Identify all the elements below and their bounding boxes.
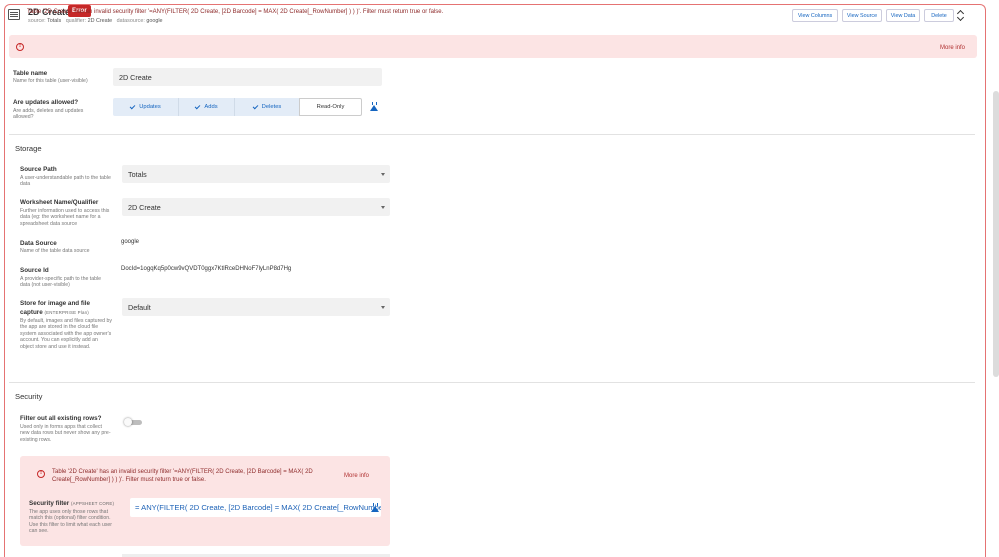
filter-out-label: Filter out all existing rows? [20,415,102,422]
table-name-label: Table name [13,70,48,77]
security-section-title: Security [15,392,43,401]
error-banner-message: Table '2D Create' has an invalid securit… [27,9,444,15]
collapse-icon[interactable] [957,11,965,21]
table-name-description: Name for this table (user-visible) [13,78,88,84]
delete-button[interactable]: Delete [924,9,954,22]
worksheet-select[interactable]: 2D Create [122,198,390,216]
worksheet-label: Worksheet Name/Qualifier [20,199,99,206]
store-image-label-line2: capture (ENTERPRISE Plan) [20,309,89,316]
plan-note: (ENTERPRISE Plan) [44,310,89,315]
store-image-label-capture: capture [20,309,43,316]
chevron-down-icon [381,306,385,309]
deletes-toggle[interactable]: Deletes [235,98,299,116]
view-data-button[interactable]: View Data [886,9,920,22]
data-source-value: google [121,239,140,245]
table-meta: source: Totals qualifier: 2D Create data… [28,18,163,24]
source-path-label: Source Path [20,166,57,173]
worksheet-value: 2D Create [128,202,161,212]
check-icon [129,103,136,109]
chevron-down-icon [381,206,385,209]
source-path-select[interactable]: Totals [122,165,390,183]
flask-icon[interactable] [371,503,379,512]
source-path-description: A user-understandable path to the table … [20,175,111,188]
store-image-value: Default [128,302,151,312]
data-source-label: Data Source [20,240,57,247]
error-icon [37,470,45,478]
worksheet-description: Further information used to access this … [20,208,110,227]
source-id-label: Source Id [20,267,49,274]
chevron-down-icon [381,173,385,176]
scrollbar-thumb[interactable] [993,91,999,377]
updates-allowed-label: Are updates allowed? [13,99,79,106]
error-more-info-link[interactable]: More info [940,45,965,51]
updates-toggle[interactable]: Updates [113,98,179,116]
meta-source-value: Totals [47,18,62,24]
store-image-select[interactable]: Default [122,298,390,316]
meta-source-label: source: [28,18,46,24]
storage-section-title: Storage [15,144,42,153]
security-filter-input[interactable]: = ANY(FILTER( 2D Create, [2D Barcode] = … [130,498,381,517]
check-icon [195,103,201,109]
security-filter-label-row: Security filter (APPSHEET CORE) [29,500,114,507]
source-id-value: DocId=1ogqKq5p0cw9vQVDT0ggx7KtlRceDHNoF7… [121,266,292,272]
adds-toggle-label: Adds [204,104,218,110]
error-icon [16,43,24,51]
security-filter-label: Security filter [29,500,70,507]
store-image-description: By default, images and files captured by… [20,318,112,350]
check-icon [252,103,259,109]
plan-note: (APPSHEET CORE) [71,501,115,506]
adds-toggle[interactable]: Adds [179,98,235,116]
divider [9,134,975,135]
updates-allowed-description: Are adds, deletes and updates allowed? [13,108,84,121]
meta-datasource-value: google [146,18,163,24]
deletes-toggle-label: Deletes [261,104,282,110]
updates-toggle-label: Updates [139,104,161,110]
read-only-toggle[interactable]: Read-Only [299,98,362,116]
store-image-label: Store for image and file [20,300,90,307]
source-path-value: Totals [128,169,147,179]
table-name-input[interactable]: 2D Create [113,68,382,86]
error-banner [9,35,977,58]
meta-datasource-label: datasource: [116,18,145,24]
flask-icon[interactable] [370,102,378,111]
source-id-description: A provider-specific path to the table da… [20,276,102,289]
divider [9,382,975,383]
table-icon [8,9,20,20]
view-source-button[interactable]: View Source [842,9,882,22]
security-more-info-link[interactable]: More info [344,473,369,479]
view-columns-button[interactable]: View Columns [792,9,838,22]
meta-qualifier-label: qualifier: [65,18,87,24]
filter-out-switch-knob[interactable] [124,418,132,426]
data-source-description: Name of the table data source [20,248,90,254]
filter-out-description: Used only in forms apps that collect new… [20,424,111,443]
security-error-message: Table '2D Create' has an invalid securit… [52,469,313,483]
security-filter-description: The app uses only those rows that match … [29,509,113,535]
meta-qualifier-value: 2D Create [87,18,113,24]
